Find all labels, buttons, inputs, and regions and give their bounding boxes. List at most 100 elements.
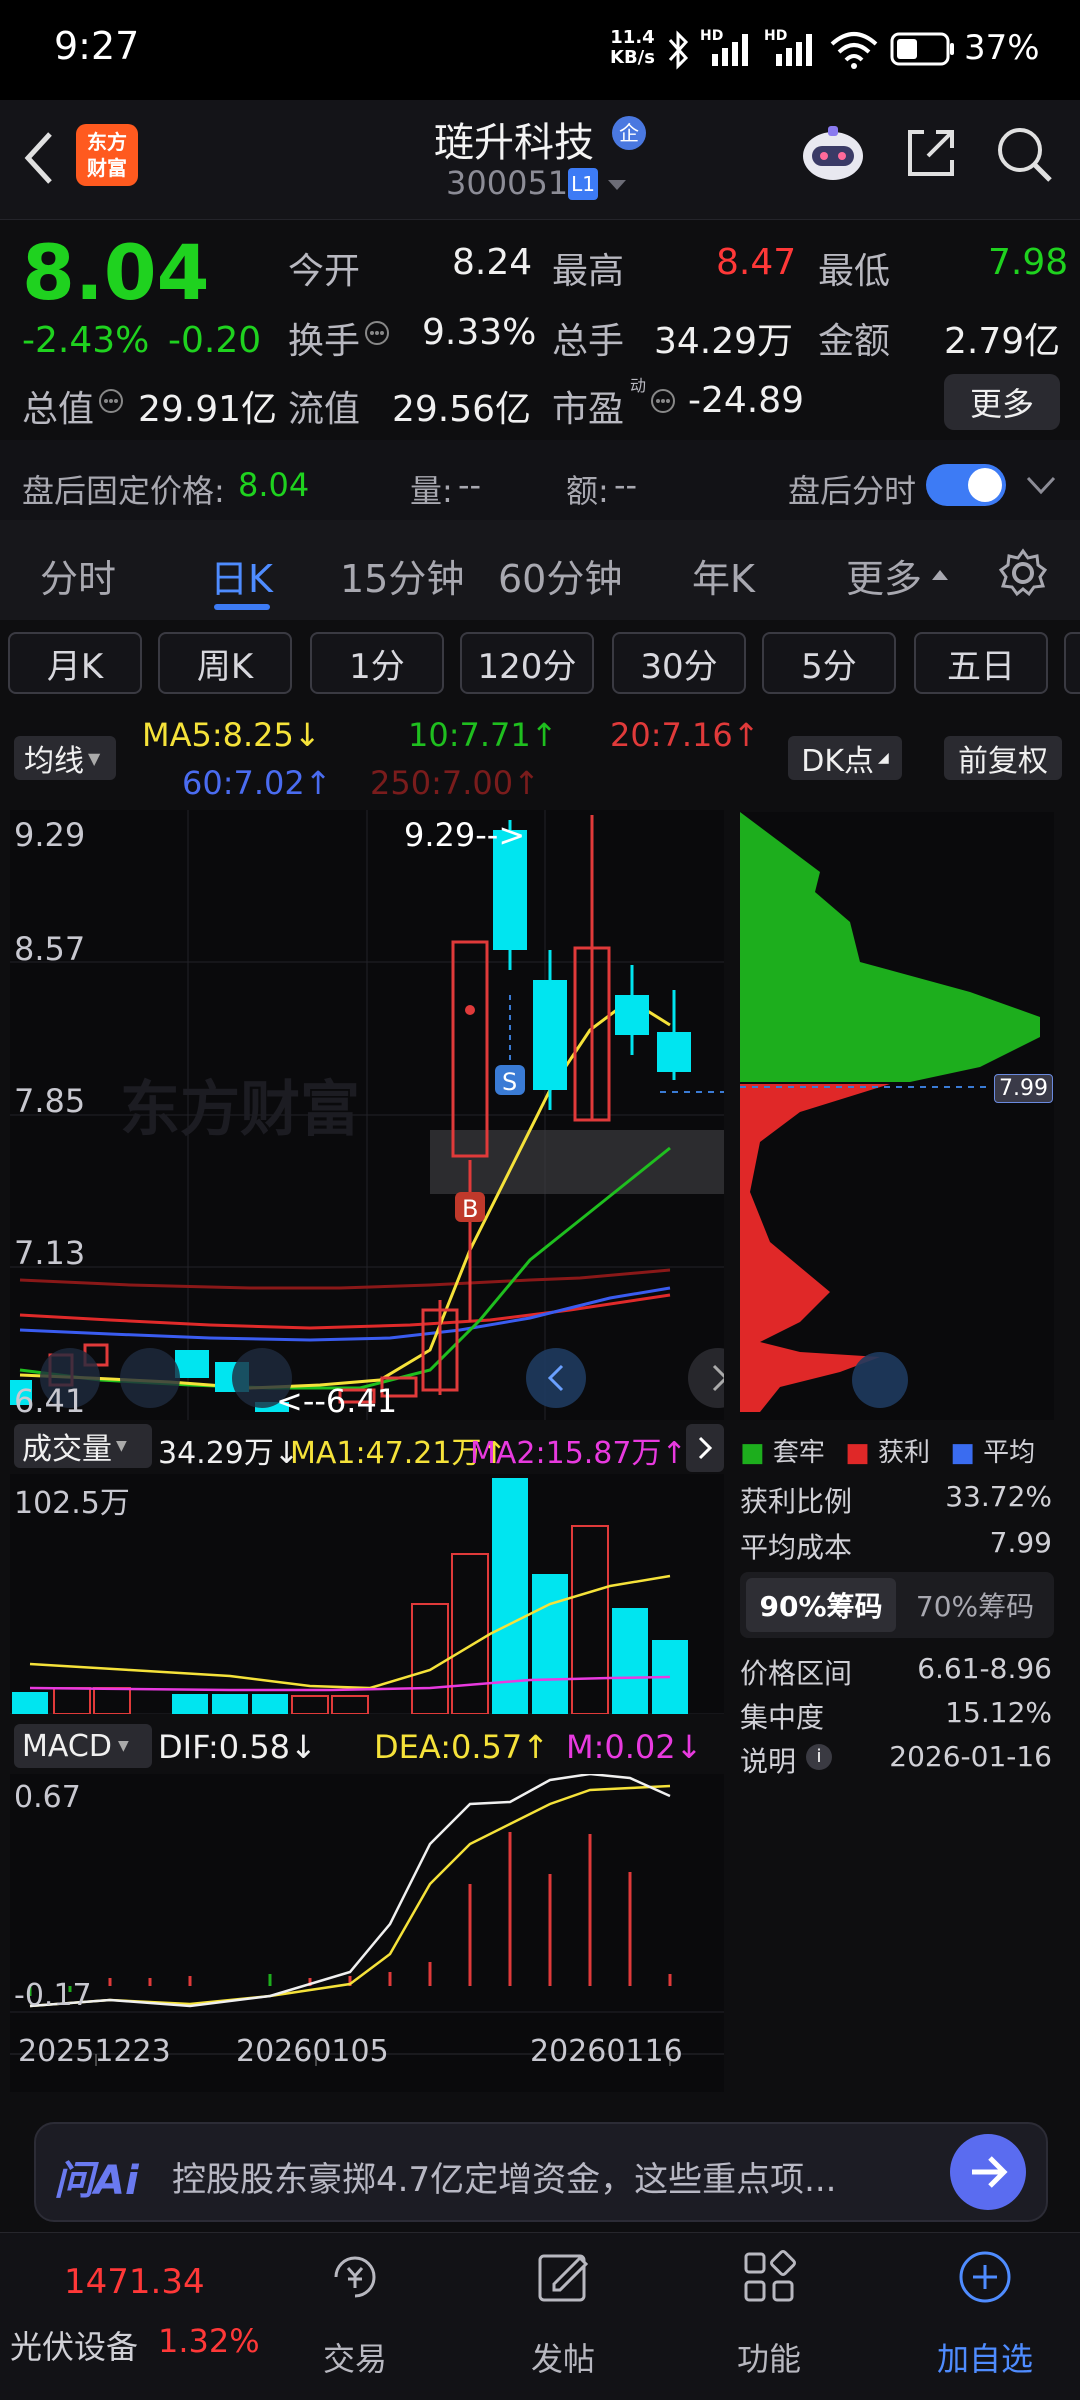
search-icon[interactable]	[994, 124, 1054, 184]
ma20-line	[19, 1293, 671, 1330]
pill-weekly-k[interactable]: 周K	[158, 632, 292, 694]
volume-bar	[212, 1694, 248, 1714]
min-price-label: <--6.41	[276, 1382, 398, 1420]
tab-90-chips[interactable]: 90%筹码	[746, 1578, 896, 1632]
profit-ratio-value: 33.72%	[945, 1480, 1052, 1513]
volume-bar	[571, 1525, 609, 1715]
macd-m: M:0.02↓	[566, 1728, 703, 1766]
tab-active-indicator	[214, 604, 270, 610]
title-bar: 东方 财富 琏升科技 企 300051 L1	[0, 100, 1080, 220]
tab-more[interactable]: 更多	[846, 548, 922, 603]
after-hours-volume: --	[458, 466, 482, 504]
pill-1min[interactable]: 1分	[310, 632, 444, 694]
volume-bar	[492, 1478, 528, 1714]
tab-intraday[interactable]: 分时	[40, 548, 116, 603]
caret-up-icon	[932, 570, 948, 580]
zoom-out-button[interactable]	[120, 1348, 180, 1408]
nav-add-watchlist-label: 加自选	[936, 2340, 1033, 2378]
sector-index-value: 1471.34	[64, 2262, 205, 2302]
pe-label: 市盈	[552, 389, 625, 430]
chip-distribution-chart[interactable]: 7.99	[740, 812, 1054, 1420]
pill-30min[interactable]: 30分	[612, 632, 746, 694]
chip-expand-button[interactable]	[852, 1352, 908, 1408]
change-percent: -2.43%	[22, 320, 150, 361]
kline-chart[interactable]: 东方财富 S B 9.29 8.57 7.85 7.13 6.41 9.29--…	[10, 810, 724, 1420]
note-label: 说明	[740, 1745, 797, 1778]
app-logo[interactable]: 东方 财富	[76, 124, 138, 186]
nav-add-watchlist[interactable]: 加自选	[920, 2248, 1050, 2388]
adjust-mode-button[interactable]: 前复权	[944, 736, 1062, 780]
candle	[175, 1350, 209, 1378]
pill-overflow[interactable]	[1064, 632, 1080, 694]
volume-bar	[252, 1694, 288, 1714]
battery-icon	[890, 32, 954, 66]
date-axis-label: 20260105	[236, 2034, 389, 2069]
pill-monthly-k[interactable]: 月K	[8, 632, 142, 694]
volume-label: 总手	[552, 321, 625, 362]
volume-bar	[53, 1687, 91, 1715]
market-cap-value: 29.91亿	[138, 389, 278, 430]
ma-selector[interactable]: 均线 ▼	[14, 736, 116, 780]
tab-yearly-k[interactable]: 年K	[692, 548, 755, 603]
volume-bar	[172, 1694, 208, 1714]
chevron-down-icon[interactable]	[1024, 472, 1058, 498]
float-cap-value: 29.56亿	[392, 389, 532, 430]
info-icon[interactable]	[364, 320, 390, 346]
turnover-value: 9.33%	[422, 312, 537, 353]
pan-left-button[interactable]	[526, 1348, 586, 1408]
net-speed: 11.4 KB/s	[610, 27, 655, 68]
assistant-robot-icon[interactable]	[800, 120, 866, 186]
pill-120min[interactable]: 120分	[460, 632, 594, 694]
ma250-legend: 250:7.00↑	[370, 764, 540, 802]
after-hours-amount: --	[614, 466, 638, 504]
tab-daily-k[interactable]: 日K	[210, 548, 273, 603]
volume-indicator-selector[interactable]: 成交量 ▼	[14, 1424, 152, 1468]
nav-post[interactable]: 发帖	[508, 2248, 618, 2388]
macd-dif: DIF:0.58↓	[158, 1728, 317, 1766]
concentration-label: 集中度	[740, 1701, 825, 1734]
tab-70-chips[interactable]: 70%筹码	[900, 1578, 1050, 1632]
stock-name[interactable]: 琏升科技	[434, 110, 594, 168]
after-hours-volume-label: 量:	[410, 472, 453, 510]
pan-right-button[interactable]	[688, 1348, 724, 1408]
info-icon[interactable]: i	[806, 1744, 832, 1770]
after-hours-label: 盘后固定价格:	[22, 472, 225, 510]
volume-bar	[291, 1695, 329, 1715]
ai-send-button[interactable]	[950, 2134, 1026, 2210]
low-value: 7.98	[988, 242, 1069, 283]
ai-logo: 问Ai	[54, 2158, 139, 2204]
volume-ma2: MA2:15.87万↑	[470, 1436, 687, 1471]
dk-point-button[interactable]: DK点 ◢	[788, 736, 902, 780]
ma60-line	[19, 1286, 671, 1342]
back-icon[interactable]	[20, 128, 60, 188]
dropdown-icon[interactable]	[606, 176, 628, 194]
status-time: 9:27	[54, 24, 140, 68]
pill-5min[interactable]: 5分	[762, 632, 896, 694]
tab-60min[interactable]: 60分钟	[498, 548, 622, 603]
high-label: 最高	[552, 251, 625, 292]
edit-icon	[538, 2254, 589, 2302]
after-hours-price: 8.04	[238, 466, 310, 504]
amount-label: 金额	[818, 321, 891, 362]
volume-bar	[93, 1687, 131, 1715]
after-hours-toggle[interactable]	[926, 464, 1006, 506]
sector-name: 光伏设备	[10, 2328, 139, 2366]
more-quote-button[interactable]: 更多	[944, 374, 1060, 430]
sector-index[interactable]: 1471.34 光伏设备 1.32%	[0, 2232, 260, 2400]
macd-indicator-selector[interactable]: MACD ▼	[14, 1724, 152, 1768]
settings-icon[interactable]	[998, 548, 1048, 598]
ai-prompt-text[interactable]: 控股股东豪掷4.7亿定增资金，这些重点项...	[172, 2152, 932, 2201]
tab-15min[interactable]: 15分钟	[340, 548, 464, 603]
resistance-zone	[430, 1130, 724, 1194]
info-icon[interactable]	[650, 388, 676, 414]
info-icon[interactable]	[98, 388, 124, 414]
share-icon[interactable]	[902, 124, 960, 182]
open-label: 今开	[288, 251, 361, 292]
nav-functions[interactable]: 功能	[714, 2248, 824, 2388]
candle	[615, 995, 649, 1035]
nav-post-label: 发帖	[530, 2340, 595, 2378]
expand-indicator-button[interactable]	[686, 1424, 724, 1472]
pill-5day[interactable]: 五日	[914, 632, 1048, 694]
nav-trade[interactable]: 交易	[300, 2248, 410, 2388]
volume-axis-label: 102.5万	[14, 1486, 130, 1521]
